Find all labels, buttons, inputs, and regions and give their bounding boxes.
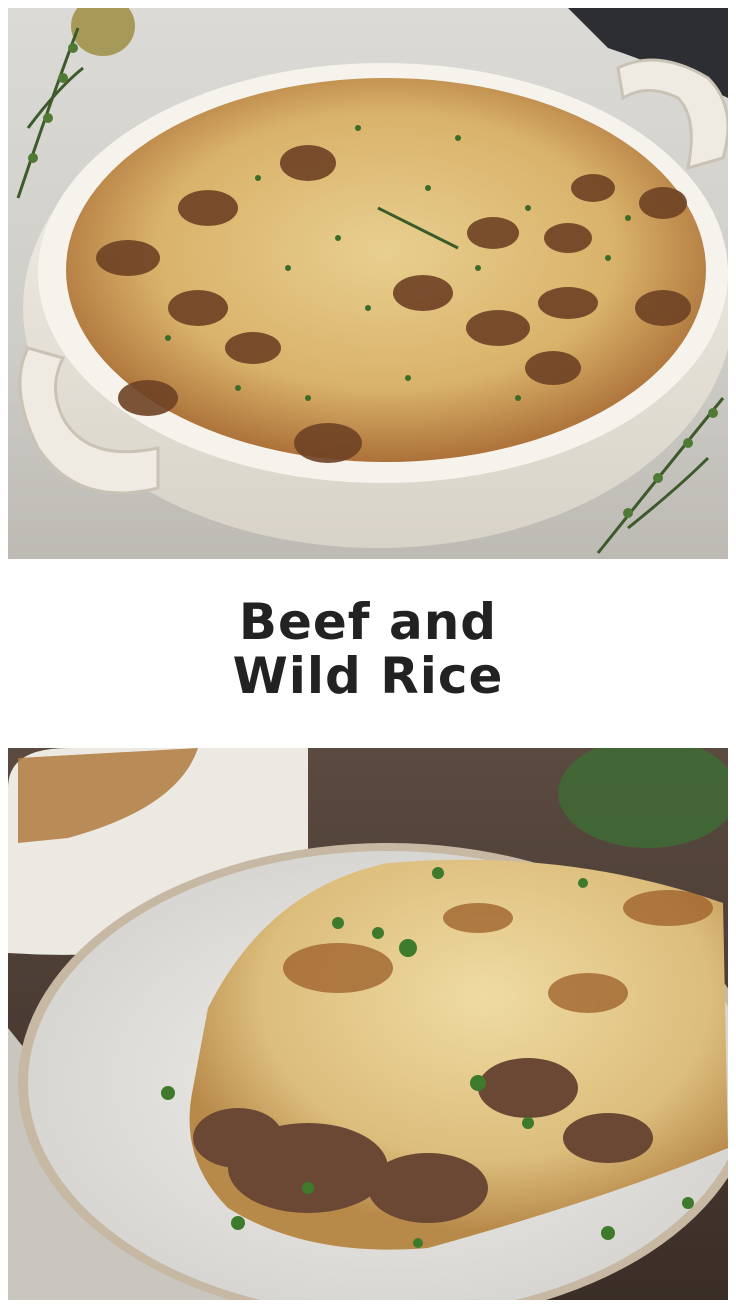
plated-serving-photo (8, 748, 728, 1300)
title-line-1: Beef and (238, 593, 498, 651)
recipe-title: Beef and Wild Rice (0, 595, 736, 703)
title-line-2: Wild Rice (232, 647, 504, 705)
casserole-dish-photo (8, 8, 728, 559)
